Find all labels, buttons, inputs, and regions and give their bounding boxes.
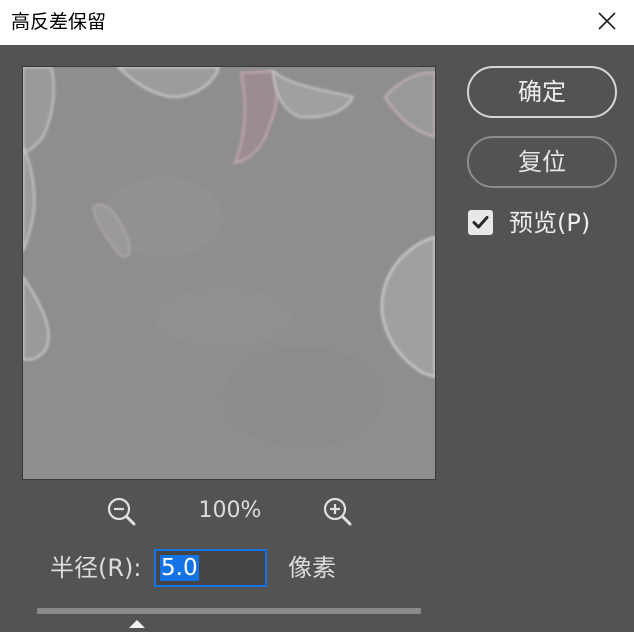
radius-label: 半径(R):: [50, 554, 142, 582]
close-icon[interactable]: [590, 6, 624, 38]
radius-input[interactable]: 5.0: [154, 549, 267, 587]
check-icon: [472, 216, 489, 229]
ok-button[interactable]: 确定: [467, 66, 617, 118]
radius-slider[interactable]: [37, 608, 421, 614]
radius-value[interactable]: 5.0: [160, 555, 199, 581]
zoom-level: 100%: [198, 498, 262, 523]
dialog-title: 高反差保留: [11, 11, 107, 33]
radius-unit: 像素: [288, 554, 336, 582]
zoom-in-icon[interactable]: [322, 496, 354, 528]
radius-slider-thumb[interactable]: [127, 613, 147, 628]
zoom-out-icon[interactable]: [106, 496, 138, 528]
preview-image[interactable]: [22, 66, 436, 480]
preview-checkbox[interactable]: [468, 210, 493, 235]
preview-checkbox-label[interactable]: 预览(P): [509, 208, 590, 238]
title-bar: 高反差保留: [0, 0, 634, 45]
reset-button[interactable]: 复位: [467, 136, 617, 188]
